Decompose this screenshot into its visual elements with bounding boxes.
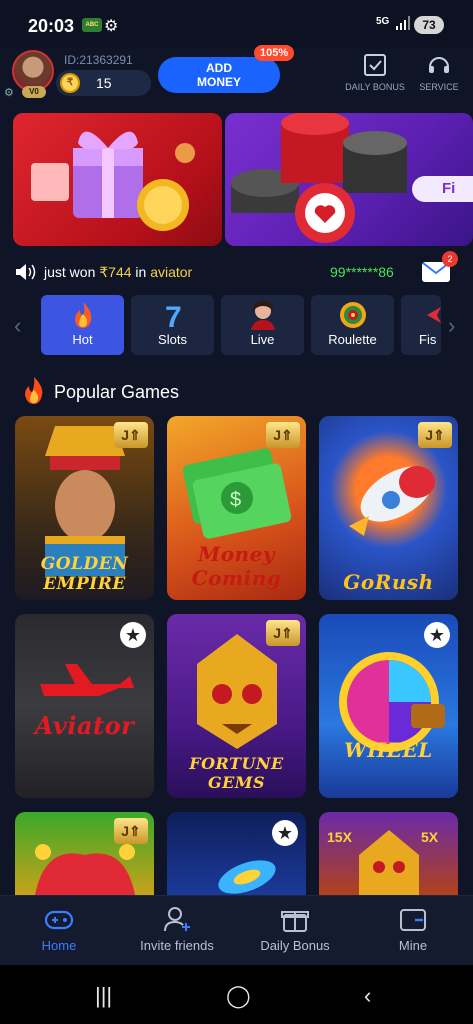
game-tile-jester[interactable]: J⇑ [15,812,154,895]
svg-text:7: 7 [165,301,182,330]
game-name: FORTUNE GEMS [189,754,284,792]
nav-mine[interactable]: Mine [354,906,472,953]
fire-icon [74,302,91,328]
category-label: Hot [72,332,93,347]
ticker-prefix: just won [44,264,100,280]
category-label: Slots [158,332,187,347]
game-tile-multiplier[interactable]: 15X 5X [319,812,458,895]
favorite-star-icon[interactable]: ★ [120,622,146,648]
game-tile-golden-empire[interactable]: J⇑ GOLDEN EMPIRE [15,416,154,600]
settings-icon[interactable]: ⚙ [4,86,14,99]
favorite-star-icon[interactable]: ★ [272,820,298,846]
status-bar: 20:03 ABC ⚙ 5G 73 [0,0,473,48]
gear-icon: ⚙ [104,18,119,35]
system-nav-bar: ||| ◯ ‹ [0,965,473,1024]
service-button[interactable]: SERVICE [404,52,473,92]
bottom-nav: Home Invite friends Daily Bonus Mine [0,895,473,965]
chevron-left-icon[interactable]: ‹ [14,313,21,339]
ticker-amount: ₹744 [99,264,132,280]
daily-bonus-button[interactable]: DAILY BONUS [340,52,410,92]
coin-icon: ₹ [60,73,80,93]
section-title: Popular Games [54,382,180,402]
jackpot-badge: J⇑ [266,422,300,448]
category-fishing[interactable]: Fis [401,295,441,355]
checkbox-calendar-icon [364,54,386,76]
signal-icon [396,16,410,30]
status-time: 20:03 [28,16,75,36]
user-id: ID:21363291 [64,53,133,67]
nav-label: Mine [398,938,428,953]
back-icon[interactable]: ‹ [364,983,371,1009]
banner-cta-button[interactable]: Fi [412,176,473,202]
wallet-icon [400,909,426,931]
headset-icon [429,57,449,73]
battery-indicator: 73 [414,16,444,34]
game-name: GoRush [343,570,434,594]
fish-icon [427,307,441,323]
category-live[interactable]: Live [221,295,304,355]
jackpot-badge: J⇑ [114,818,148,844]
service-label: SERVICE [419,82,459,92]
game-tile-wheel[interactable]: ★ WHEEL [319,614,458,798]
favorite-star-icon[interactable]: ★ [424,622,450,648]
dealer-icon [250,301,275,330]
balance-value: 15 [96,75,112,91]
mail-count-badge: 2 [442,251,458,267]
gamepad-icon [44,910,74,930]
home-circle-icon[interactable]: ◯ [226,983,251,1009]
fire-icon [25,377,43,404]
nav-label: Daily Bonus [260,938,330,953]
category-label: Roulette [328,332,377,347]
promo-banner-gift[interactable] [13,113,222,246]
win-ticker: just won ₹744 in aviator 99******86 [14,262,459,284]
game-tile-money-coming[interactable]: $ J⇑ Money Coming [167,416,306,600]
svg-text:15X: 15X [327,829,353,845]
add-user-icon [164,907,190,932]
category-label: Fis [419,332,437,347]
multiplier-art: 15X 5X [327,829,439,895]
ticker-middle: in [131,264,151,280]
category-slots[interactable]: 7 Slots [131,295,214,355]
game-tile-fortune-gems[interactable]: J⇑ FORTUNE GEMS [167,614,306,798]
ticker-message: just won ₹744 in aviator [44,264,192,281]
jackpot-badge: J⇑ [114,422,148,448]
nav-invite-friends[interactable]: Invite friends [118,906,236,953]
recent-apps-icon[interactable]: ||| [95,983,112,1009]
category-hot[interactable]: Hot [41,295,124,355]
balance-pill[interactable]: ₹ 15 [56,70,151,96]
nav-label: Invite friends [140,938,214,953]
seven-icon: 7 [165,301,182,330]
game-tile-gorush[interactable]: J⇑ GoRush [319,416,458,600]
add-money-label: ADD MONEY [196,61,241,89]
gift-icon [281,911,309,932]
nav-home[interactable]: Home [0,906,118,953]
daily-bonus-label: DAILY BONUS [345,82,405,92]
chevron-right-icon[interactable]: › [448,313,455,339]
nav-daily-bonus[interactable]: Daily Bonus [236,906,354,953]
promo-badge: 105% [254,45,295,61]
ticker-user: 99******86 [330,264,394,280]
game-name: WHEEL [344,738,433,762]
game-name: GOLDEN EMPIRE [40,554,129,594]
vip-badge: V0 [22,86,46,98]
carrier-badge: ABC [82,18,102,32]
nav-label: Home [41,938,77,953]
gift-illustration [31,131,195,231]
game-tile-jet[interactable]: ★ [167,812,306,895]
game-tile-aviator[interactable]: ★ Aviator [15,614,154,798]
game-name: Aviator [34,711,135,740]
game-name: Money Coming [191,542,282,590]
network-label: 5G [376,16,390,27]
category-roulette[interactable]: Roulette [311,295,394,355]
add-money-button[interactable]: ADD MONEY [158,57,280,93]
svg-text:5X: 5X [421,829,439,845]
svg-text:$: $ [230,489,241,511]
category-label: Live [250,332,275,347]
jackpot-badge: J⇑ [418,422,452,448]
jackpot-badge: J⇑ [266,620,300,646]
ticker-game: aviator [150,264,193,280]
roulette-icon [339,302,366,328]
speaker-icon [16,264,36,280]
